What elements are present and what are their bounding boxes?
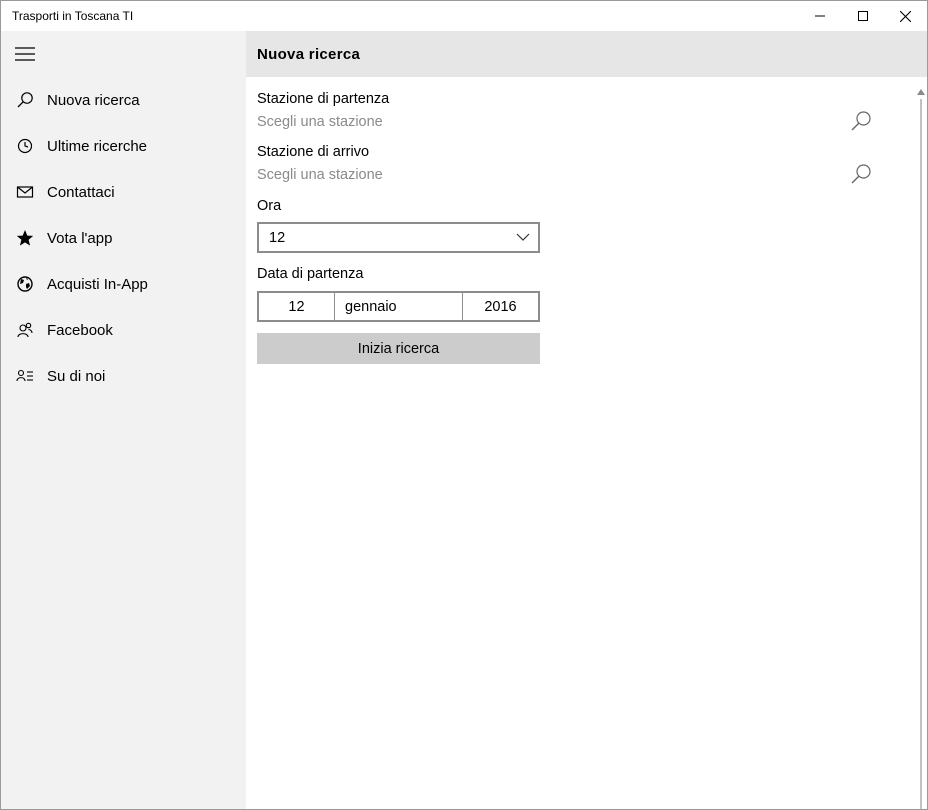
- hamburger-icon: [15, 47, 35, 61]
- vertical-scrollbar[interactable]: [917, 89, 925, 809]
- sidebar-item-nuova-ricerca[interactable]: Nuova ricerca: [1, 77, 246, 123]
- search-icon: [851, 164, 871, 184]
- hour-value: 12: [269, 230, 286, 246]
- main-content: Nuova ricerca Stazione di partenza Scegl…: [246, 31, 927, 809]
- minimize-button[interactable]: [797, 1, 842, 31]
- sidebar-item-label: Nuova ricerca: [47, 91, 140, 109]
- hamburger-button[interactable]: [1, 31, 49, 77]
- mail-icon: [15, 182, 35, 202]
- close-icon: [900, 10, 911, 22]
- close-button[interactable]: [883, 1, 928, 31]
- sidebar-item-contattaci[interactable]: Contattaci: [1, 169, 246, 215]
- sidebar-item-label: Su di noi: [47, 367, 106, 385]
- app-window: Trasporti in Toscana TI Nuova ricerca Ul…: [0, 0, 928, 810]
- arrival-label: Stazione di arrivo: [257, 144, 370, 160]
- contact-info-icon: [15, 366, 35, 386]
- search-icon: [15, 90, 35, 110]
- departure-station-field[interactable]: Scegli una stazione: [257, 114, 383, 130]
- sidebar-item-ultime-ricerche[interactable]: Ultime ricerche: [1, 123, 246, 169]
- sidebar-item-acquisti[interactable]: Acquisti In-App: [1, 261, 246, 307]
- maximize-button[interactable]: [840, 1, 885, 31]
- chevron-down-icon: [516, 233, 530, 241]
- search-icon: [851, 111, 871, 131]
- minimize-icon: [814, 15, 825, 17]
- departure-search-button[interactable]: [848, 108, 874, 134]
- page-header: Nuova ricerca: [246, 31, 927, 77]
- date-picker[interactable]: 12 gennaio 2016: [257, 291, 540, 322]
- page-title: Nuova ricerca: [257, 46, 361, 63]
- start-search-button[interactable]: Inizia ricerca: [257, 333, 540, 364]
- scrollbar-thumb[interactable]: [920, 99, 922, 809]
- sidebar-item-su-di-noi[interactable]: Su di noi: [1, 353, 246, 399]
- sidebar-item-label: Ultime ricerche: [47, 137, 148, 155]
- sidebar-item-label: Contattaci: [47, 183, 115, 201]
- date-year[interactable]: 2016: [463, 293, 538, 320]
- sidebar-item-label: Vota l'app: [47, 229, 113, 247]
- sidebar-item-facebook[interactable]: Facebook: [1, 307, 246, 353]
- clock-icon: [15, 136, 35, 156]
- hour-label: Ora: [257, 198, 282, 214]
- arrival-station-field[interactable]: Scegli una stazione: [257, 167, 383, 183]
- sidebar-item-vota-app[interactable]: Vota l'app: [1, 215, 246, 261]
- title-bar: Trasporti in Toscana TI: [1, 1, 927, 31]
- hour-select[interactable]: 12: [257, 222, 540, 253]
- arrival-search-button[interactable]: [848, 161, 874, 187]
- scroll-up-arrow-icon: [917, 89, 925, 95]
- date-month[interactable]: gennaio: [335, 293, 463, 320]
- sidebar-item-label: Acquisti In-App: [47, 275, 148, 293]
- sidebar: Nuova ricerca Ultime ricerche Contattaci…: [1, 31, 246, 809]
- globe-icon: [15, 274, 35, 294]
- people-icon: [15, 320, 35, 340]
- departure-label: Stazione di partenza: [257, 91, 390, 107]
- date-day[interactable]: 12: [259, 293, 335, 320]
- date-label: Data di partenza: [257, 266, 364, 282]
- maximize-icon: [857, 11, 868, 21]
- star-icon: [15, 228, 35, 248]
- app-title: Trasporti in Toscana TI: [12, 9, 134, 23]
- sidebar-item-label: Facebook: [47, 321, 113, 339]
